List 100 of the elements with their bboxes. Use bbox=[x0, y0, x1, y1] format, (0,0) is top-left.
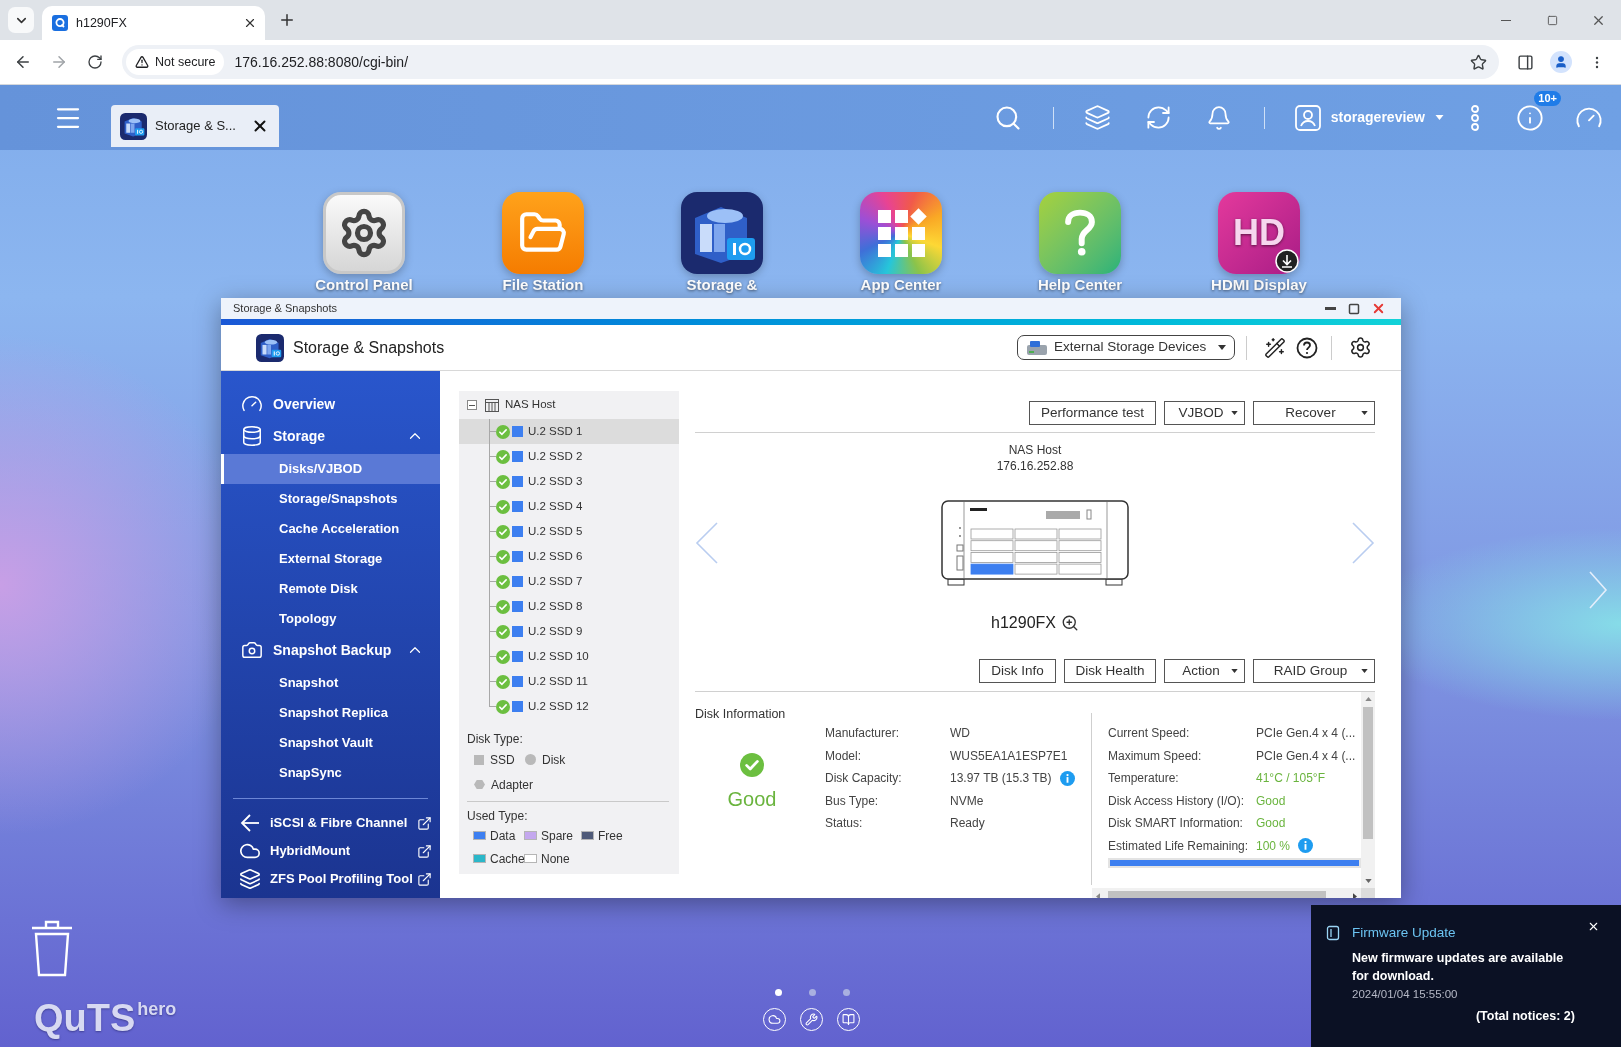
drive-bay[interactable] bbox=[1058, 540, 1102, 552]
sidebar-item[interactable]: Snapshot Backup bbox=[221, 634, 440, 666]
sidebar-subitem[interactable]: Cache Acceleration bbox=[221, 514, 440, 544]
collapse-toggle[interactable] bbox=[467, 400, 477, 410]
tree-item[interactable]: U.2 SSD 6 bbox=[459, 544, 679, 569]
scrollbar-thumb[interactable] bbox=[1363, 707, 1373, 839]
tree-item[interactable]: U.2 SSD 9 bbox=[459, 619, 679, 644]
brand-edition: hero bbox=[137, 999, 177, 1019]
tree-item[interactable]: U.2 SSD 1 bbox=[459, 419, 679, 444]
tree-item[interactable]: U.2 SSD 12 bbox=[459, 694, 679, 719]
sidebar-subitem[interactable]: Disks/VJBOD bbox=[221, 454, 440, 484]
close-tab-icon[interactable] bbox=[243, 16, 257, 30]
search-icon bbox=[993, 103, 1022, 132]
field-label: Disk Capacity: bbox=[825, 770, 903, 788]
drive-icon bbox=[1026, 339, 1048, 356]
field-label: Status: bbox=[825, 815, 864, 833]
tab-search-button[interactable] bbox=[8, 7, 34, 33]
taskbar-tab[interactable]: Storage & S... bbox=[111, 105, 279, 147]
text-button[interactable]: Disk Info bbox=[979, 659, 1056, 683]
sidebar-link[interactable]: ZFS Pool Profiling Tool bbox=[221, 865, 440, 893]
dropdown-button[interactable]: RAID Group bbox=[1253, 659, 1375, 683]
avatar-icon bbox=[1550, 51, 1572, 73]
minimize-icon bbox=[1324, 307, 1336, 310]
site-info-button[interactable]: Not secure bbox=[126, 49, 225, 75]
next-device-button[interactable] bbox=[1351, 522, 1375, 564]
drive-bay[interactable] bbox=[1014, 563, 1058, 575]
close-icon[interactable] bbox=[251, 117, 269, 135]
trash-icon[interactable] bbox=[29, 918, 75, 978]
more-options-button[interactable] bbox=[1470, 103, 1480, 132]
chevron-right-icon[interactable] bbox=[1588, 570, 1608, 610]
database-icon bbox=[241, 425, 263, 447]
drive-bay[interactable] bbox=[970, 540, 1014, 552]
text-button[interactable]: Disk Health bbox=[1064, 659, 1156, 683]
square-swatch-icon bbox=[474, 754, 484, 765]
drive-bay[interactable] bbox=[970, 528, 1014, 540]
tree-item[interactable]: U.2 SSD 10 bbox=[459, 644, 679, 669]
sidebar-subitem[interactable]: Snapshot Vault bbox=[221, 728, 440, 758]
sidebar-item[interactable]: Overview bbox=[221, 388, 440, 420]
drive-bay[interactable] bbox=[970, 552, 1014, 563]
sidebar-subitem[interactable]: External Storage bbox=[221, 544, 440, 574]
zoom-in-icon[interactable] bbox=[1060, 614, 1079, 632]
sidebar-link[interactable]: iSCSI & Fibre Channel bbox=[221, 809, 440, 837]
legend-label: SSD bbox=[490, 751, 515, 769]
drive-bay[interactable] bbox=[1014, 540, 1058, 552]
sidebar-subitem[interactable]: SnapSync bbox=[221, 758, 440, 788]
device-model: h1290FX bbox=[991, 613, 1056, 633]
drive-bay[interactable] bbox=[1058, 552, 1102, 563]
url-text: 176.16.252.88:8080/cgi-bin/ bbox=[234, 52, 410, 72]
tablet-icon bbox=[1325, 925, 1341, 942]
app-title: Storage & Snapshots bbox=[293, 337, 445, 358]
sidebar-subitem[interactable]: Snapshot Replica bbox=[221, 698, 440, 728]
settings-icon[interactable] bbox=[1349, 336, 1372, 359]
tree-item[interactable]: U.2 SSD 3 bbox=[459, 469, 679, 494]
browser-tab[interactable]: h1290FX bbox=[42, 6, 265, 40]
legend-label: Disk bbox=[542, 751, 566, 769]
tree-item[interactable]: NAS Host bbox=[505, 396, 556, 414]
dropdown-button[interactable]: Recover bbox=[1253, 401, 1375, 425]
tree-item[interactable]: U.2 SSD 2 bbox=[459, 444, 679, 469]
storage-devices-dropdown[interactable]: External Storage Devices bbox=[1017, 335, 1235, 360]
help-icon[interactable] bbox=[1296, 336, 1318, 359]
field-value: 100 % bbox=[1256, 837, 1291, 855]
sidebar-link[interactable]: HybridMount bbox=[221, 837, 440, 865]
drive-bay[interactable] bbox=[1014, 528, 1058, 540]
sidebar-item[interactable]: Storage bbox=[221, 420, 440, 452]
drive-bay[interactable] bbox=[970, 563, 1014, 575]
question-mark-icon bbox=[1039, 192, 1121, 274]
field-label: Estimated Life Remaining: bbox=[1108, 837, 1250, 855]
tree-item[interactable]: U.2 SSD 7 bbox=[459, 569, 679, 594]
sidebar-subitem[interactable]: Snapshot bbox=[221, 668, 440, 698]
dropdown-button[interactable]: VJBOD bbox=[1164, 401, 1245, 425]
tree-item[interactable]: U.2 SSD 5 bbox=[459, 519, 679, 544]
tree-item[interactable]: U.2 SSD 4 bbox=[459, 494, 679, 519]
legend-title: Used Type: bbox=[467, 808, 529, 824]
field-value: NVMe bbox=[950, 792, 984, 810]
sidebar-subitem[interactable]: Remote Disk bbox=[221, 574, 440, 604]
notification-badge: 10+ bbox=[1534, 90, 1561, 106]
scroll-right-icon bbox=[1353, 892, 1357, 898]
tree-item[interactable]: U.2 SSD 11 bbox=[459, 669, 679, 694]
field-value: PCIe Gen.4 x 4 (... bbox=[1256, 747, 1356, 765]
dropdown-button[interactable]: Action bbox=[1164, 659, 1245, 683]
cloud-icon bbox=[768, 1013, 781, 1026]
bell-icon bbox=[1205, 104, 1232, 131]
magic-wand-icon[interactable] bbox=[1264, 336, 1286, 359]
drive-bay[interactable] bbox=[1058, 563, 1102, 575]
vertical-scrollbar[interactable] bbox=[1361, 692, 1375, 888]
desktop-shortcut[interactable]: HD HDMI Display bbox=[1189, 192, 1329, 293]
sidebar-subitem[interactable]: Topology bbox=[221, 604, 440, 634]
text-button[interactable]: Performance test bbox=[1029, 401, 1156, 425]
external-link-icon bbox=[417, 815, 432, 831]
scrollbar-thumb[interactable] bbox=[1108, 891, 1326, 898]
previous-device-button[interactable] bbox=[695, 522, 719, 564]
bookmark-star-icon[interactable] bbox=[1470, 53, 1487, 71]
scroll-down-icon bbox=[1364, 879, 1372, 883]
tree-item[interactable]: U.2 SSD 8 bbox=[459, 594, 679, 619]
sidebar-subitem[interactable]: Storage/Snapshots bbox=[221, 484, 440, 514]
drive-bay[interactable] bbox=[1058, 528, 1102, 540]
drive-bay[interactable] bbox=[1014, 552, 1058, 563]
legend-label: Cache bbox=[490, 850, 525, 868]
hexagon-swatch-icon bbox=[474, 779, 485, 790]
address-bar[interactable]: Not secure 176.16.252.88:8080/cgi-bin/ bbox=[122, 45, 1499, 79]
